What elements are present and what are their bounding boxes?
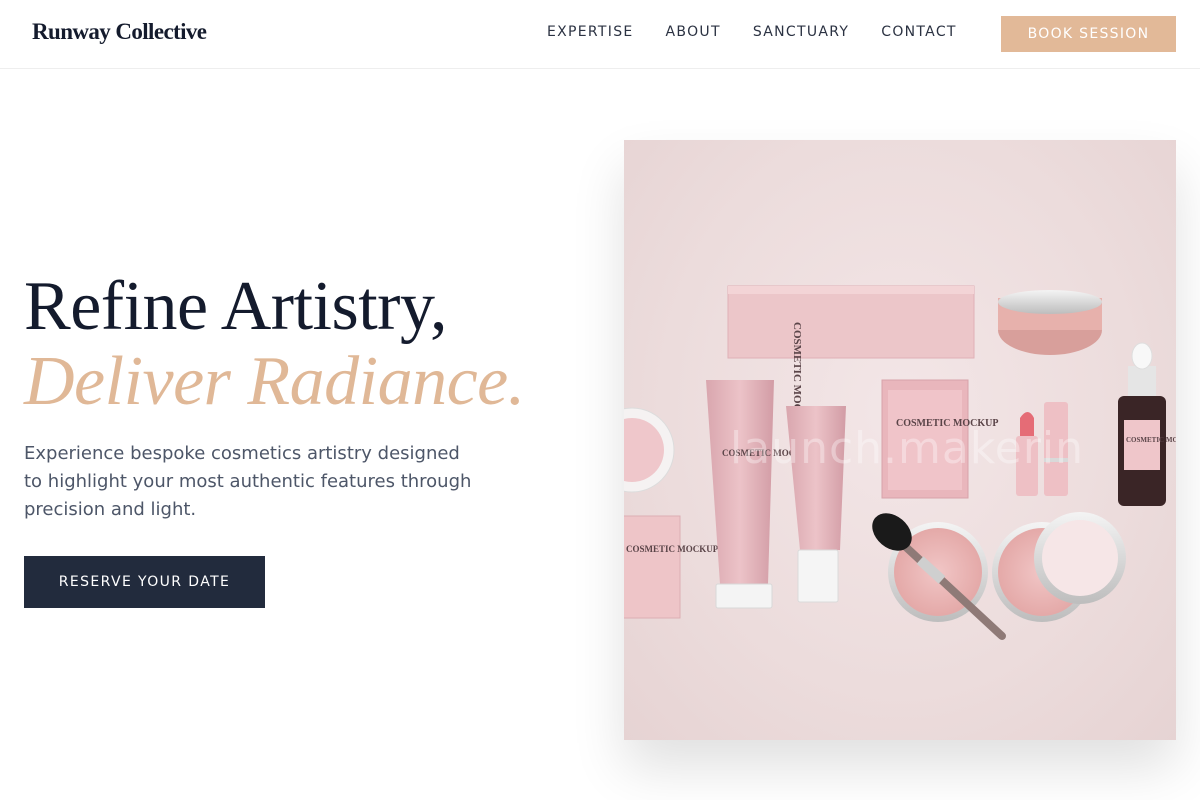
- hero-headline: Refine Artistry, Deliver Radiance.: [24, 268, 584, 418]
- nav-link-sanctuary[interactable]: SANCTUARY: [753, 24, 849, 40]
- headline-line-2: Deliver Radiance.: [24, 343, 525, 420]
- headline-line-1: Refine Artistry,: [24, 268, 447, 345]
- nav-link-about[interactable]: ABOUT: [666, 24, 721, 40]
- powder-jar: [998, 290, 1102, 355]
- image-watermark: launch.makerin: [730, 423, 1085, 474]
- brand-logo[interactable]: Runway Collective: [32, 19, 207, 45]
- left-small-box: COSMETIC MOCKUP: [624, 515, 719, 619]
- dropper-bottle: COSMETIC MOCKUP: [1118, 342, 1176, 506]
- nav-link-expertise[interactable]: EXPERTISE: [547, 24, 634, 40]
- main-nav: EXPERTISE ABOUT SANCTUARY CONTACT: [547, 24, 989, 40]
- reserve-date-button[interactable]: RESERVE YOUR DATE: [24, 556, 265, 608]
- compact-with-brush: [872, 513, 1006, 640]
- small-box-label: COSMETIC MOCKUP: [626, 544, 719, 554]
- book-session-button[interactable]: BOOK SESSION: [1001, 16, 1176, 52]
- hero-product-image: COSMETIC MOCKUP COSMETIC MOCKUP COSMETIC…: [624, 140, 1176, 740]
- nav-link-contact[interactable]: CONTACT: [881, 24, 957, 40]
- bottle-label: COSMETIC MOCKUP: [1126, 436, 1176, 444]
- compact-pair: [992, 512, 1126, 622]
- site-header: Runway Collective EXPERTISE ABOUT SANCTU…: [0, 0, 1200, 69]
- left-cream-jar: [624, 407, 675, 493]
- hero-subtext: Experience bespoke cosmetics artistry de…: [24, 443, 472, 520]
